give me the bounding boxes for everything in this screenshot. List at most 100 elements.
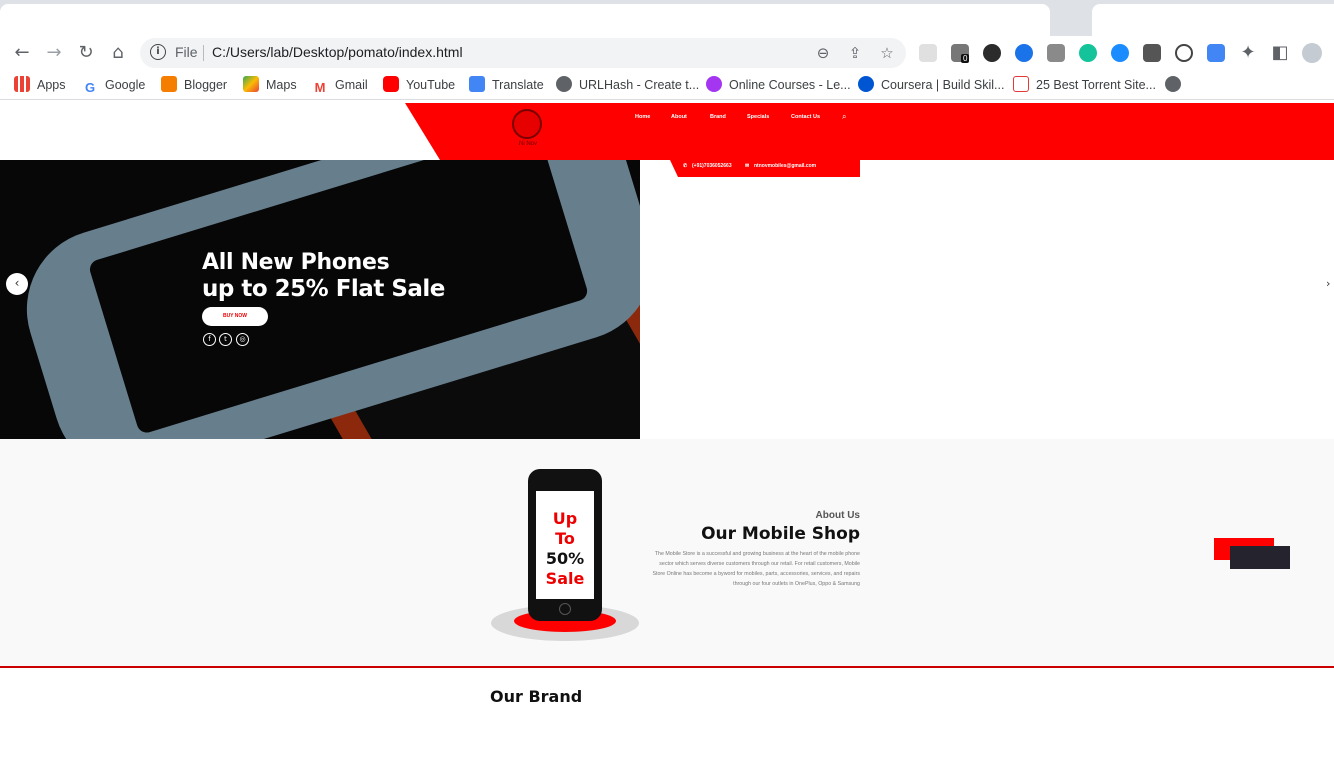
bookmark-youtube[interactable]: YouTube [383, 76, 455, 94]
blogger-icon [161, 76, 177, 92]
sale-line-percent: 50% [545, 549, 585, 568]
brand-section-title: Our Brand [490, 687, 583, 706]
youtube-icon [383, 76, 399, 92]
gmail-icon: M [312, 80, 328, 96]
mail-icon: ✉ [745, 163, 750, 169]
extension-eye-icon[interactable] [1175, 44, 1193, 62]
url-scheme-label: File [175, 44, 198, 60]
extension-check-icon[interactable] [1111, 44, 1129, 62]
buy-now-button[interactable]: BUY NOW [202, 307, 268, 326]
bookmark-label: 25 Best Torrent Site... [1036, 78, 1156, 92]
back-icon[interactable]: ← [10, 41, 34, 65]
bookmark-label: Maps [266, 78, 297, 92]
bookmark-label: Translate [492, 78, 544, 92]
twitter-icon[interactable]: t [219, 333, 232, 346]
bookmark-label: Online Courses - Le... [729, 78, 851, 92]
bookmark-apps[interactable]: Apps [14, 76, 66, 94]
extension-translate-icon[interactable] [1207, 44, 1225, 62]
sale-graphic-text: Up To 50% Sale [536, 509, 594, 589]
maps-icon [243, 76, 259, 92]
about-description: The Mobile Store is a successful and gro… [652, 551, 860, 587]
bookmark-coursera[interactable]: Coursera | Build Skil... [858, 76, 1004, 94]
reload-icon[interactable]: ↻ [74, 41, 98, 65]
extensions-puzzle-icon[interactable]: ✦ [1236, 41, 1260, 65]
extension-k-icon[interactable] [983, 44, 1001, 62]
nav-specials[interactable]: Specials [747, 114, 769, 120]
home-icon[interactable]: ⌂ [106, 41, 130, 65]
facebook-icon[interactable]: f [203, 333, 216, 346]
about-subtitle: About Us [815, 510, 860, 521]
torrent-icon [1013, 76, 1029, 92]
about-title: Our Mobile Shop [701, 524, 860, 544]
bookmark-label: Apps [37, 78, 66, 92]
bookmark-maps[interactable]: Maps [243, 76, 297, 94]
extension-grammarly-icon[interactable] [1079, 44, 1097, 62]
hero-slider: All New Phones up to 25% Flat Sale BUY N… [0, 160, 640, 439]
google-icon: G [82, 80, 98, 96]
url-separator [203, 45, 204, 61]
slider-prev-button[interactable]: ‹ [6, 273, 28, 295]
about-section: Up To 50% Sale About Us Our Mobile Shop … [0, 439, 1334, 668]
bookmark-label: Google [105, 78, 146, 92]
globe-icon [1165, 76, 1181, 92]
globe-icon [556, 76, 572, 92]
contact-phone[interactable]: (+91)7036052663 [692, 163, 732, 169]
bookmark-torrent[interactable]: 25 Best Torrent Site... [1013, 76, 1156, 94]
bookmark-gmail[interactable]: M Gmail [312, 76, 368, 96]
bookmark-label: URLHash - Create t... [579, 78, 700, 92]
hero-right-area [640, 178, 1334, 439]
address-bar[interactable]: i File C:/Users/lab/Desktop/pomato/index… [140, 38, 906, 68]
header-red-band [405, 103, 1334, 160]
contact-email[interactable]: ntnovmobiles@gmail.com [754, 163, 816, 169]
apps-grid-icon [14, 76, 30, 92]
extension-badge: 0 [961, 54, 970, 63]
nav-home[interactable]: Home [635, 114, 650, 120]
url-text[interactable]: C:/Users/lab/Desktop/pomato/index.html [212, 44, 463, 60]
tab-strip [0, 0, 1334, 36]
bookmark-label: Blogger [184, 78, 228, 92]
bookmark-blogger[interactable]: Blogger [161, 76, 227, 94]
instagram-icon[interactable]: ◎ [236, 333, 249, 346]
profile-avatar-icon[interactable] [1302, 43, 1322, 63]
sale-line-to: To [555, 529, 575, 548]
coursera-icon [858, 76, 874, 92]
sale-line-sale: Sale [545, 569, 585, 588]
extension-video-icon[interactable] [1015, 44, 1033, 62]
zoom-icon[interactable]: ⊖ [813, 43, 833, 63]
decor-dark-block [1230, 546, 1290, 569]
slider-next-button[interactable]: › [1326, 277, 1330, 290]
search-icon[interactable]: ⌕ [842, 112, 846, 122]
extension-clipboard-icon[interactable]: 0 [951, 44, 970, 63]
extension-qr-icon[interactable] [1143, 44, 1161, 62]
nav-brand[interactable]: Brand [710, 114, 726, 120]
sale-line-up: Up [552, 509, 578, 528]
hero-subheading: up to 25% Flat Sale [202, 276, 445, 302]
bookmark-google[interactable]: G Google [82, 76, 146, 96]
side-panel-icon[interactable]: ◧ [1268, 41, 1292, 65]
logo-icon[interactable] [512, 109, 542, 139]
translate-icon [469, 76, 485, 92]
nav-contact[interactable]: Contact Us [791, 114, 820, 120]
bookmark-udemy[interactable]: Online Courses - Le... [706, 76, 851, 94]
forward-icon[interactable]: → [42, 41, 66, 65]
phone-home-button [559, 603, 571, 615]
bookmark-star-icon[interactable]: ☆ [877, 43, 897, 63]
hero-heading: All New Phones [202, 250, 390, 275]
site-header: Ni Nov Home About Brand Specials Contact… [0, 103, 1334, 160]
bookmark-label: Coursera | Build Skil... [881, 78, 1005, 92]
site-info-icon[interactable]: i [150, 44, 166, 60]
tab-strip-right [1092, 4, 1334, 36]
bookmarks-bar: Apps G Google Blogger Maps M Gmail YouTube… [0, 70, 1334, 100]
bookmark-urlhash[interactable]: URLHash - Create t... [556, 76, 699, 94]
extension-a-icon[interactable] [919, 44, 937, 62]
extension-puzzle-box-icon[interactable] [1047, 44, 1065, 62]
nav-about[interactable]: About [671, 114, 687, 120]
bookmark-extra[interactable] [1165, 76, 1188, 94]
active-tab[interactable] [0, 4, 1050, 36]
browser-toolbar: ← → ↻ ⌂ i File C:/Users/lab/Desktop/poma… [0, 36, 1334, 70]
bookmark-translate[interactable]: Translate [469, 76, 544, 94]
bookmark-label: Gmail [335, 78, 368, 92]
bookmark-label: YouTube [406, 78, 456, 92]
share-icon[interactable]: ⇪ [845, 43, 865, 63]
logo-text: Ni Nov [518, 141, 537, 147]
